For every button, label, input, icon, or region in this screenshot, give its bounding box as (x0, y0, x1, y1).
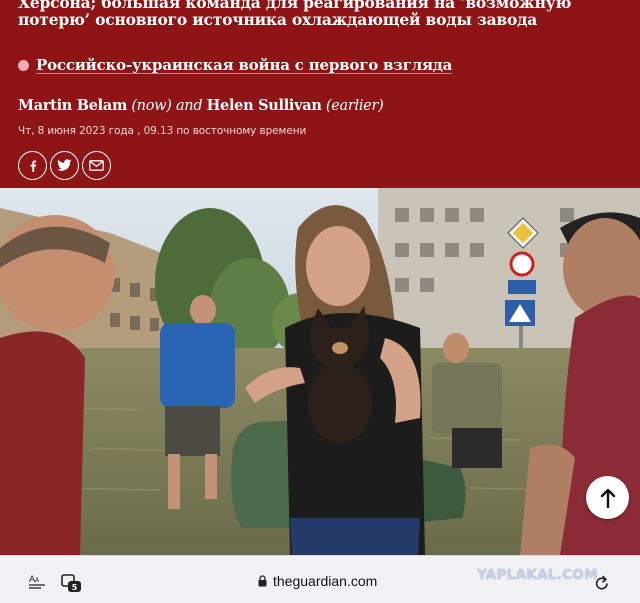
reload-icon[interactable] (594, 575, 610, 592)
article-header: Херсона; большая команда для реагировани… (0, 0, 640, 188)
site-watermark: YAPLAKAL.COM (477, 567, 598, 583)
share-facebook-button[interactable] (18, 151, 47, 180)
lock-icon (258, 575, 267, 587)
share-twitter-button[interactable] (50, 151, 79, 180)
facebook-icon (30, 160, 36, 172)
browser-address-bar: A A 5 theguardian.com YAPLAKAL.COM (0, 555, 640, 603)
share-email-button[interactable] (82, 151, 111, 180)
author-link[interactable]: Helen Sullivan (207, 97, 322, 114)
arrow-up-icon (600, 488, 615, 508)
author-link[interactable]: Martin Belam (18, 97, 127, 114)
article-headline: Херсона; большая команда для реагировани… (18, 0, 572, 29)
scroll-to-top-button[interactable] (586, 476, 629, 519)
tabs-icon: 5 (61, 574, 81, 592)
byline: Martin Belam (now) and Helen Sullivan (e… (18, 97, 384, 114)
byline-conjunction: and (175, 98, 203, 114)
url-field[interactable]: theguardian.com (258, 573, 377, 589)
reader-mode-icon[interactable]: A A (29, 573, 47, 589)
article-dateline: Чт, 8 июня 2023 года , 09.13 по восточно… (18, 125, 307, 137)
tabs-button[interactable]: 5 (61, 571, 83, 597)
share-buttons (18, 151, 111, 180)
series-dot-icon (18, 59, 29, 71)
tab-count: 5 (72, 583, 78, 592)
author-note: (earlier) (325, 98, 384, 114)
twitter-icon (57, 159, 72, 171)
author-note: (now) (131, 98, 172, 114)
svg-text:A: A (35, 577, 40, 584)
url-text: theguardian.com (273, 573, 378, 589)
series-link-row[interactable]: Российско-украинская война с первого взг… (18, 55, 452, 75)
page: Херсона; большая команда для реагировани… (0, 0, 640, 603)
article-main-photo (0, 188, 640, 555)
series-link[interactable]: Российско-украинская война с первого взг… (36, 56, 452, 74)
email-icon (89, 160, 104, 171)
